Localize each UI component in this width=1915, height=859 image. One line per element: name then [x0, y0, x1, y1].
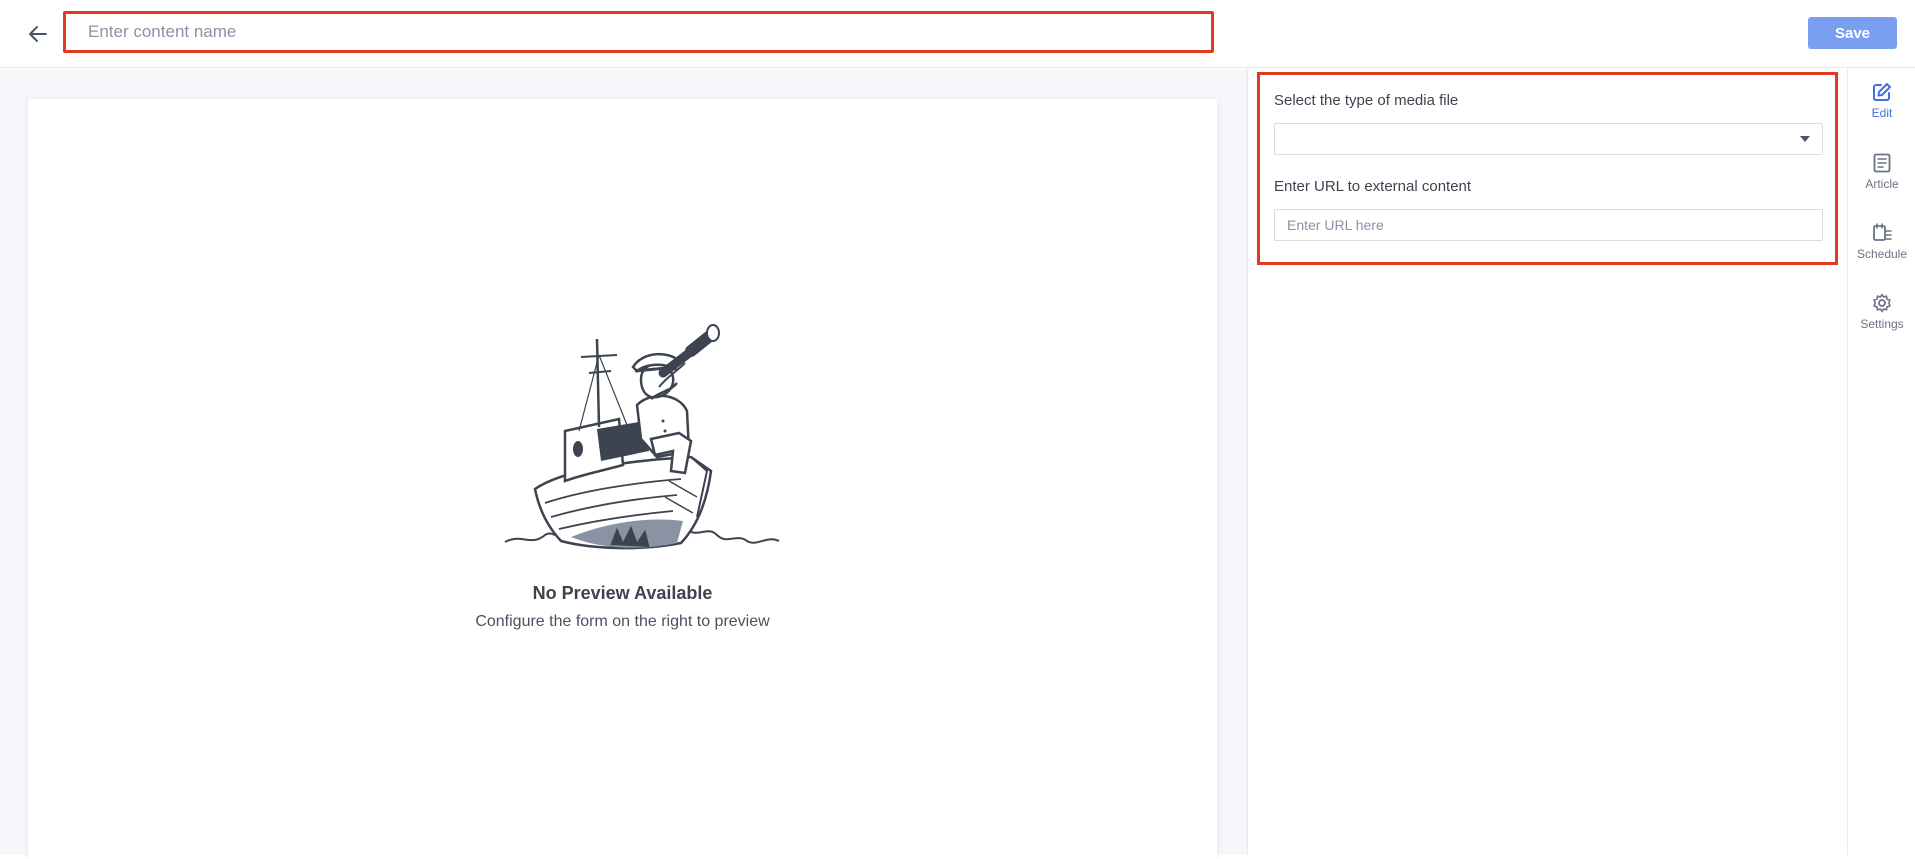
url-label: Enter URL to external content	[1274, 178, 1472, 195]
caret-down-icon	[1800, 136, 1810, 142]
preview-card: No Preview Available Configure the form …	[28, 99, 1217, 859]
rail-item-article[interactable]: Article	[1848, 152, 1915, 208]
content-name-input[interactable]	[66, 14, 1211, 50]
top-bar: Save	[0, 0, 1915, 68]
settings-icon	[1873, 293, 1891, 313]
url-input[interactable]	[1274, 209, 1823, 241]
rail-item-settings[interactable]: Settings	[1848, 292, 1915, 348]
right-rail: Edit Article Schedule Settings	[1847, 69, 1915, 855]
content-name-field-highlight	[63, 11, 1214, 53]
form-panel: Select the type of media file Enter URL …	[1247, 69, 1847, 855]
media-type-select[interactable]	[1274, 123, 1823, 155]
rail-label-schedule: Schedule	[1856, 247, 1908, 261]
preview-area: No Preview Available Configure the form …	[0, 69, 1247, 859]
rail-item-schedule[interactable]: Schedule	[1848, 222, 1915, 278]
schedule-icon	[1873, 223, 1892, 241]
article-icon	[1873, 153, 1891, 173]
rail-label-article: Article	[1865, 177, 1899, 191]
sailor-boat-telescope-illustration	[504, 324, 780, 550]
rail-item-edit[interactable]: Edit	[1848, 81, 1915, 137]
rail-label-edit: Edit	[1871, 106, 1893, 120]
back-button[interactable]	[24, 20, 52, 48]
media-type-label: Select the type of media file	[1274, 92, 1459, 109]
save-button[interactable]: Save	[1808, 17, 1897, 49]
edit-icon	[1873, 83, 1891, 101]
no-preview-subtitle: Configure the form on the right to previ…	[475, 613, 770, 630]
rail-label-settings: Settings	[1860, 317, 1904, 331]
media-form-highlight: Select the type of media file Enter URL …	[1257, 72, 1838, 265]
arrow-left-icon	[29, 26, 47, 42]
no-preview-title: No Preview Available	[532, 583, 713, 603]
